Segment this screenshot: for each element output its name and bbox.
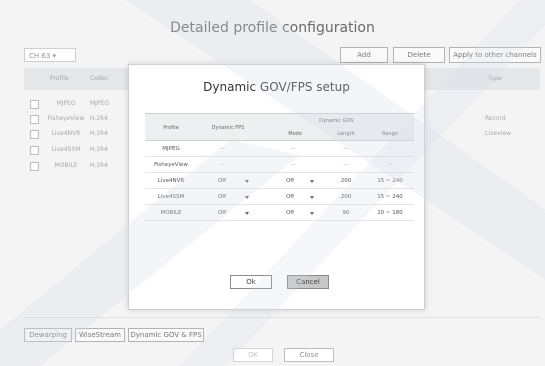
row-range: — [387, 146, 393, 152]
table-row: Live4SSM Off Off 200 15 ~ 240 [145, 189, 414, 205]
chevron-down-icon[interactable] [245, 212, 249, 215]
row-profile: Live4NVR [157, 178, 185, 184]
row-length: — [343, 162, 349, 168]
header-mode: Mode [288, 131, 302, 137]
chevron-down-icon[interactable] [310, 212, 314, 215]
table-row: MJPEG — — — — [145, 141, 414, 157]
row-fps: — [219, 162, 225, 168]
length-input[interactable]: 200 [321, 178, 371, 184]
mode-select[interactable]: Off [275, 178, 305, 184]
row-range: 15 ~ 240 [377, 194, 403, 200]
header-dynamic-fps: Dynamic FPS [211, 125, 245, 131]
row-range: 15 ~ 240 [377, 178, 403, 184]
row-profile: FisheyeView [154, 162, 188, 168]
table-row: FisheyeView — — — — [145, 157, 414, 173]
row-mode: — [290, 146, 296, 152]
row-range: — [387, 162, 393, 168]
header-length: Length [337, 131, 355, 137]
ok-button[interactable]: Ok [230, 275, 272, 289]
length-input[interactable]: 90 [321, 210, 371, 216]
chevron-down-icon[interactable] [310, 180, 314, 183]
row-fps: — [219, 146, 225, 152]
row-profile: Live4SSM [157, 194, 185, 200]
fps-select[interactable]: Off [205, 194, 239, 200]
cancel-button[interactable]: Cancel [287, 275, 329, 289]
length-input[interactable]: 200 [321, 194, 371, 200]
row-profile: MJPEG [162, 146, 180, 152]
row-profile: MOBILE [160, 210, 182, 216]
row-length: — [343, 146, 349, 152]
row-range: 20 ~ 180 [377, 210, 403, 216]
header-range: Range [382, 131, 398, 137]
dynamic-gov-table: Profile Dynamic FPS Dynamic GOV Mode Len… [145, 113, 414, 221]
dialog-title: Dynamic GOV/FPS setup [203, 80, 350, 94]
chevron-down-icon[interactable] [310, 196, 314, 199]
table-row: MOBILE Off Off 90 20 ~ 180 [145, 205, 414, 221]
header-profile: Profile [163, 125, 179, 131]
row-mode: — [290, 162, 296, 168]
header-dynamic-gov: Dynamic GOV [319, 118, 354, 124]
mode-select[interactable]: Off [275, 194, 305, 200]
fps-select[interactable]: Off [205, 178, 239, 184]
dynamic-gov-fps-dialog: Dynamic GOV/FPS setup Profile Dynamic FP… [128, 64, 425, 310]
chevron-down-icon[interactable] [245, 180, 249, 183]
fps-select[interactable]: Off [205, 210, 239, 216]
table-header: Profile Dynamic FPS Dynamic GOV Mode Len… [145, 113, 414, 141]
table-row: Live4NVR Off Off 200 15 ~ 240 [145, 173, 414, 189]
chevron-down-icon[interactable] [245, 196, 249, 199]
mode-select[interactable]: Off [275, 210, 305, 216]
